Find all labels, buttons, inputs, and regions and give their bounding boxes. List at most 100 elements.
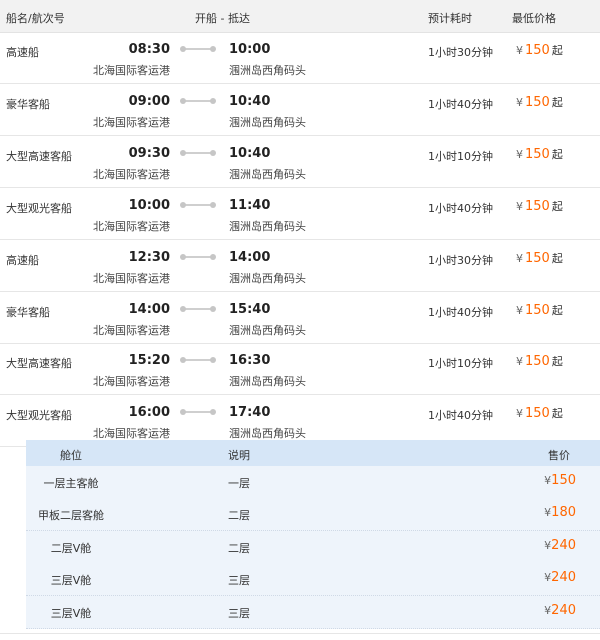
ship-name: 豪华客船 bbox=[6, 305, 50, 319]
sale-price-value: 240 bbox=[551, 537, 576, 553]
cabin-name: 三层V舱 bbox=[50, 606, 92, 620]
table-row[interactable]: 豪华客船 09:00 北海国际客运港 10:40 涠洲岛西角码头 1小时40分钟 ¥150 起 bbox=[0, 84, 600, 136]
currency-symbol: ¥ bbox=[516, 251, 523, 265]
arrive-time: 10:40 bbox=[229, 145, 271, 161]
arrive-time: 10:00 bbox=[229, 42, 271, 57]
col-time-header: 开船 - 抵达 bbox=[195, 12, 250, 25]
currency-symbol: ¥ bbox=[516, 199, 523, 213]
lowest-price[interactable]: ¥150 起 bbox=[516, 250, 563, 266]
table-row[interactable]: 大型高速客船 15:20 北海国际客运港 16:30 涠洲岛西角码头 1小时10分钟 ¥15… bbox=[0, 343, 600, 396]
seat-row[interactable]: 甲板二层客舱 二层 ¥180 bbox=[26, 498, 600, 532]
arrive-port: 涠洲岛西角码头 bbox=[229, 375, 306, 389]
duration: 1小时10分钟 bbox=[428, 149, 493, 163]
arrive-time: 17:40 bbox=[229, 405, 271, 421]
sale-price: ¥240 bbox=[544, 538, 576, 553]
arrive-port: 涠洲岛西角码头 bbox=[229, 323, 306, 337]
route-line-icon bbox=[180, 305, 216, 312]
cabin-desc: 三层 bbox=[228, 606, 250, 620]
arrive-port: 涠洲岛西角码头 bbox=[229, 219, 306, 233]
arrive-port: 涠洲岛西角码头 bbox=[229, 64, 306, 77]
price-value: 150 bbox=[525, 250, 550, 266]
duration: 1小时30分钟 bbox=[428, 46, 493, 59]
price-suffix: 起 bbox=[551, 44, 563, 57]
price-value: 150 bbox=[525, 43, 550, 58]
arrive-port: 涠洲岛西角码头 bbox=[229, 115, 306, 129]
price-value: 150 bbox=[525, 302, 550, 318]
table-row[interactable]: 大型观光客船 10:00 北海国际客运港 11:40 涠洲岛西角码头 1小时40分钟 ¥15… bbox=[0, 188, 600, 240]
depart-time: 10:00 bbox=[128, 197, 170, 213]
sale-price: ¥150 bbox=[544, 473, 576, 488]
table-row[interactable]: 高速船 08:30 北海国际客运港 10:00 涠洲岛西角码头 1小时30分钟 ¥150 起 bbox=[0, 32, 600, 84]
ship-name: 大型高速客船 bbox=[6, 149, 72, 163]
route-line-icon bbox=[180, 357, 216, 364]
seat-row[interactable]: 一层主客舱 一层 ¥150 bbox=[26, 466, 600, 499]
price-value: 150 bbox=[525, 198, 550, 214]
lowest-price[interactable]: ¥150 起 bbox=[516, 198, 563, 214]
price-suffix: 起 bbox=[551, 303, 563, 317]
ship-name: 大型观光客船 bbox=[6, 201, 72, 215]
lowest-price[interactable]: ¥150 起 bbox=[516, 94, 563, 110]
duration: 1小时40分钟 bbox=[428, 305, 493, 319]
col-ship-header: 船名/航次号 bbox=[6, 12, 65, 25]
route-line-icon bbox=[180, 97, 216, 104]
cabin-desc: 一层 bbox=[228, 477, 250, 490]
sale-price-value: 150 bbox=[551, 473, 576, 488]
price-suffix: 起 bbox=[551, 147, 563, 161]
currency-symbol: ¥ bbox=[516, 147, 523, 161]
depart-time: 09:00 bbox=[128, 93, 170, 109]
arrive-time: 15:40 bbox=[229, 301, 271, 317]
duration: 1小时30分钟 bbox=[428, 253, 493, 267]
cabin-desc: 二层 bbox=[228, 509, 250, 523]
arrive-time: 16:30 bbox=[229, 353, 271, 369]
cabin-name: 甲板二层客舱 bbox=[38, 509, 104, 523]
depart-time: 09:30 bbox=[128, 145, 170, 161]
arrive-time: 14:00 bbox=[229, 249, 271, 265]
duration: 1小时40分钟 bbox=[428, 201, 493, 215]
lowest-price[interactable]: ¥150 起 bbox=[516, 302, 563, 318]
seat-table: 舱位 说明 售价 一层主客舱 一层 ¥150 甲板二层客舱 二层 ¥180 二层V舱 二层 ¥2… bbox=[26, 440, 600, 629]
ship-name: 高速船 bbox=[6, 253, 39, 267]
col-cabin-header: 舱位 bbox=[60, 449, 82, 462]
depart-port: 北海国际客运港 bbox=[93, 219, 170, 233]
duration: 1小时10分钟 bbox=[428, 357, 493, 371]
cabin-name: 一层主客舱 bbox=[43, 477, 99, 490]
col-sale-price-header: 售价 bbox=[548, 449, 570, 462]
lowest-price[interactable]: ¥150 起 bbox=[516, 146, 563, 162]
arrive-time: 10:40 bbox=[229, 93, 271, 109]
route-line-icon bbox=[180, 201, 216, 208]
depart-port: 北海国际客运港 bbox=[93, 323, 170, 337]
table-row[interactable]: 豪华客船 14:00 北海国际客运港 15:40 涠洲岛西角码头 1小时40分钟 ¥150 起 bbox=[0, 292, 600, 344]
divider bbox=[0, 633, 600, 634]
ship-name: 大型观光客船 bbox=[6, 409, 72, 423]
depart-port: 北海国际客运港 bbox=[93, 271, 170, 285]
table-row[interactable]: 高速船 12:30 北海国际客运港 14:00 涠洲岛西角码头 1小时30分钟 ¥150 起 bbox=[0, 240, 600, 292]
lowest-price[interactable]: ¥150 起 bbox=[516, 353, 563, 369]
seat-row[interactable]: 三层V舱 三层 ¥240 bbox=[26, 563, 600, 597]
price-suffix: 起 bbox=[551, 199, 563, 213]
depart-port: 北海国际客运港 bbox=[93, 115, 170, 129]
price-suffix: 起 bbox=[551, 407, 563, 421]
lowest-price[interactable]: ¥150 起 bbox=[516, 405, 563, 421]
duration: 1小时40分钟 bbox=[428, 97, 493, 111]
col-desc-header: 说明 bbox=[228, 449, 250, 462]
depart-time: 08:30 bbox=[128, 42, 170, 57]
route-line-icon bbox=[180, 409, 216, 416]
arrive-time: 11:40 bbox=[229, 197, 271, 213]
arrive-port: 涠洲岛西角码头 bbox=[229, 427, 306, 441]
currency-symbol: ¥ bbox=[516, 303, 523, 317]
cabin-desc: 二层 bbox=[228, 541, 250, 555]
duration: 1小时40分钟 bbox=[428, 409, 493, 423]
seat-row[interactable]: 二层V舱 二层 ¥240 bbox=[26, 530, 600, 564]
route-line-icon bbox=[180, 149, 216, 156]
table-row[interactable]: 大型高速客船 09:30 北海国际客运港 10:40 涠洲岛西角码头 1小时10分钟 ¥15… bbox=[0, 136, 600, 188]
seat-table-header: 舱位 说明 售价 bbox=[26, 440, 600, 466]
depart-port: 北海国际客运港 bbox=[93, 427, 170, 441]
price-suffix: 起 bbox=[551, 251, 563, 265]
currency-symbol: ¥ bbox=[516, 44, 523, 57]
price-value: 150 bbox=[525, 354, 550, 370]
col-price-header: 最低价格 bbox=[512, 12, 556, 25]
lowest-price[interactable]: ¥150 起 bbox=[516, 42, 563, 58]
seat-row[interactable]: 三层V舱 三层 ¥240 bbox=[26, 595, 600, 629]
sale-price: ¥240 bbox=[544, 603, 576, 618]
depart-port: 北海国际客运港 bbox=[93, 375, 170, 389]
